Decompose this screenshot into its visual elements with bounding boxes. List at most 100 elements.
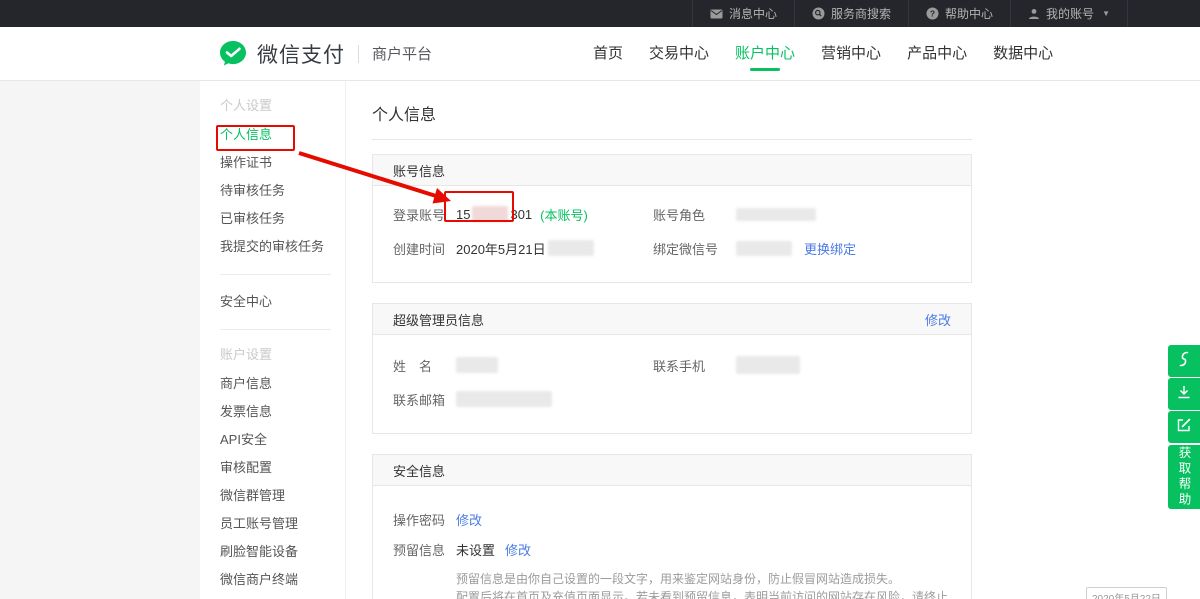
created-time-label: 创建时间 (393, 239, 456, 258)
redacted-name (456, 357, 498, 373)
nav-home[interactable]: 首页 (586, 27, 630, 80)
created-time-text: 2020年5月21日 (456, 239, 546, 258)
created-time-value: 2020年5月21日 (456, 239, 594, 258)
reserved-info-description: 预留信息是由你自己设置的一段文字，用来鉴定网站身份，防止假冒网站造成损失。 配置… (456, 570, 951, 599)
brand-divider (358, 45, 359, 63)
sidebar-item-reviewed-tasks[interactable]: 已审核任务 (200, 205, 345, 233)
brand-portal: 商户平台 (372, 43, 432, 64)
this-account-tag: (本账号) (540, 205, 588, 224)
message-icon (710, 9, 723, 19)
redacted-phone (736, 356, 800, 374)
bound-wechat-label: 绑定微信号 (653, 239, 736, 258)
super-admin-title: 超级管理员信息 (393, 310, 484, 329)
topbar: 消息中心 服务商搜索 ? 帮助中心 我的账号 ▼ (0, 0, 1200, 27)
date-tooltip: 2020年5月22日 (1086, 587, 1167, 599)
admin-row-2: 联系邮箱 (393, 389, 951, 409)
nav-product-center[interactable]: 产品中心 (900, 27, 974, 80)
account-row-2: 创建时间 2020年5月21日 绑定微信号 更换绑定 (393, 238, 951, 258)
redacted-created-tail (548, 240, 594, 256)
message-center-label: 消息中心 (729, 5, 777, 22)
security-info-header: 安全信息 (373, 455, 971, 486)
contact-phone-label: 联系手机 (653, 356, 736, 375)
sidebar-item-my-submitted-tasks[interactable]: 我提交的审核任务 (200, 233, 345, 261)
description-line: 预留信息是由你自己设置的一段文字，用来鉴定网站身份，防止假冒网站造成损失。 (456, 570, 951, 588)
nav-marketing-center[interactable]: 营销中心 (814, 27, 888, 80)
redacted-account-role (736, 208, 816, 221)
security-info-section: 安全信息 操作密码 修改 预留信息 未设置 修改 预留信息是由你自己设置的一段文… (372, 454, 972, 599)
super-admin-section: 超级管理员信息 修改 姓 名 联系手机 (372, 303, 972, 434)
feedback-button[interactable] (1168, 411, 1200, 443)
merchant-platform-page: 消息中心 服务商搜索 ? 帮助中心 我的账号 ▼ (0, 0, 1200, 599)
service-provider-search-label: 服务商搜索 (831, 5, 891, 22)
super-admin-header: 超级管理员信息 修改 (373, 304, 971, 335)
name-label: 姓 名 (393, 356, 456, 375)
reserved-info-edit-link[interactable]: 修改 (505, 540, 531, 559)
search-icon (812, 7, 825, 20)
help-center-label: 帮助中心 (945, 5, 993, 22)
download-button[interactable] (1168, 378, 1200, 410)
redacted-login-middle (472, 206, 508, 222)
sidebar-item-face-smart-device[interactable]: 刷脸智能设备 (200, 538, 345, 566)
nav-account-center[interactable]: 账户中心 (728, 27, 802, 80)
rebind-link[interactable]: 更换绑定 (804, 239, 856, 258)
operation-password-row: 操作密码 修改 (393, 510, 951, 528)
sidebar-item-security-center[interactable]: 安全中心 (200, 288, 345, 316)
account-info-title: 账号信息 (393, 161, 445, 180)
service-provider-search-menu[interactable]: 服务商搜索 (794, 0, 908, 27)
sidebar-divider (220, 329, 331, 330)
sidebar-item-staff-account-management[interactable]: 员工账号管理 (200, 510, 345, 538)
super-admin-edit-link[interactable]: 修改 (925, 310, 951, 329)
sidebar-item-operation-certificate[interactable]: 操作证书 (200, 149, 345, 177)
account-row-1: 登录账号 15 301 (本账号) 账号角色 (393, 204, 951, 224)
operation-password-edit-link[interactable]: 修改 (456, 510, 482, 529)
download-icon (1176, 384, 1192, 405)
brand-name: 微信支付 (257, 39, 345, 69)
contact-email-label: 联系邮箱 (393, 390, 456, 409)
chevron-down-icon: ▼ (1102, 9, 1110, 18)
reserved-info-value: 未设置 (456, 540, 495, 559)
header: 微信支付 商户平台 首页 交易中心 账户中心 营销中心 产品中心 数据中心 (0, 27, 1200, 81)
sidebar-item-review-config[interactable]: 审核配置 (200, 454, 345, 482)
redacted-wechat-id (736, 241, 792, 256)
left-gray-strip (0, 81, 200, 599)
page-title: 个人信息 (372, 101, 972, 140)
sidebar-item-invoice-info[interactable]: 发票信息 (200, 398, 345, 426)
sidebar-item-wechat-merchant-terminal[interactable]: 微信商户终端 (200, 566, 345, 594)
link-icon (1176, 350, 1192, 373)
main-content: 个人信息 账号信息 登录账号 15 301 (347, 81, 1200, 599)
sidebar-item-wechat-group-management[interactable]: 微信群管理 (200, 482, 345, 510)
sidebar-section-personal-settings: 个人设置 (220, 97, 345, 115)
sidebar: 个人设置 个人信息 操作证书 待审核任务 已审核任务 我提交的审核任务 安全中心… (200, 81, 346, 599)
nav-transaction-center[interactable]: 交易中心 (642, 27, 716, 80)
account-info-section: 账号信息 登录账号 15 301 (本账号) (372, 154, 972, 283)
help-icon: ? (926, 7, 939, 20)
help-center-menu[interactable]: ? 帮助中心 (908, 0, 1010, 27)
brand: 微信支付 商户平台 (218, 27, 432, 80)
float-help-widget: 获取帮助 (1168, 345, 1200, 509)
redacted-email (456, 391, 552, 407)
sidebar-item-merchant-info[interactable]: 商户信息 (200, 370, 345, 398)
login-account-suffix: 301 (510, 207, 532, 222)
my-account-label: 我的账号 (1046, 5, 1094, 22)
sidebar-item-api-security[interactable]: API安全 (200, 426, 345, 454)
description-line: 配置后将在首页及充值页面显示。若未看到预留信息，表明当前访问的网站存在风险，请终… (456, 588, 951, 599)
account-role-label: 账号角色 (653, 205, 736, 224)
get-help-button[interactable]: 获取帮助 (1168, 445, 1200, 509)
nav-data-center[interactable]: 数据中心 (986, 27, 1060, 80)
wechat-pay-logo-icon (218, 39, 248, 69)
edit-icon (1176, 417, 1192, 438)
sidebar-item-personal-info[interactable]: 个人信息 (200, 121, 345, 149)
login-account-prefix: 15 (456, 207, 470, 222)
operation-password-label: 操作密码 (393, 510, 456, 529)
reserved-info-label: 预留信息 (393, 540, 456, 559)
sidebar-item-pending-review-tasks[interactable]: 待审核任务 (200, 177, 345, 205)
login-account-label: 登录账号 (393, 205, 456, 224)
security-info-title: 安全信息 (393, 461, 445, 480)
main-nav: 首页 交易中心 账户中心 营销中心 产品中心 数据中心 (586, 27, 1060, 80)
my-account-menu[interactable]: 我的账号 ▼ (1010, 0, 1128, 27)
user-icon (1028, 8, 1040, 20)
hotline-link-button[interactable] (1168, 345, 1200, 377)
topbar-items: 消息中心 服务商搜索 ? 帮助中心 我的账号 ▼ (692, 0, 1128, 27)
account-info-header: 账号信息 (373, 155, 971, 186)
message-center-menu[interactable]: 消息中心 (692, 0, 794, 27)
